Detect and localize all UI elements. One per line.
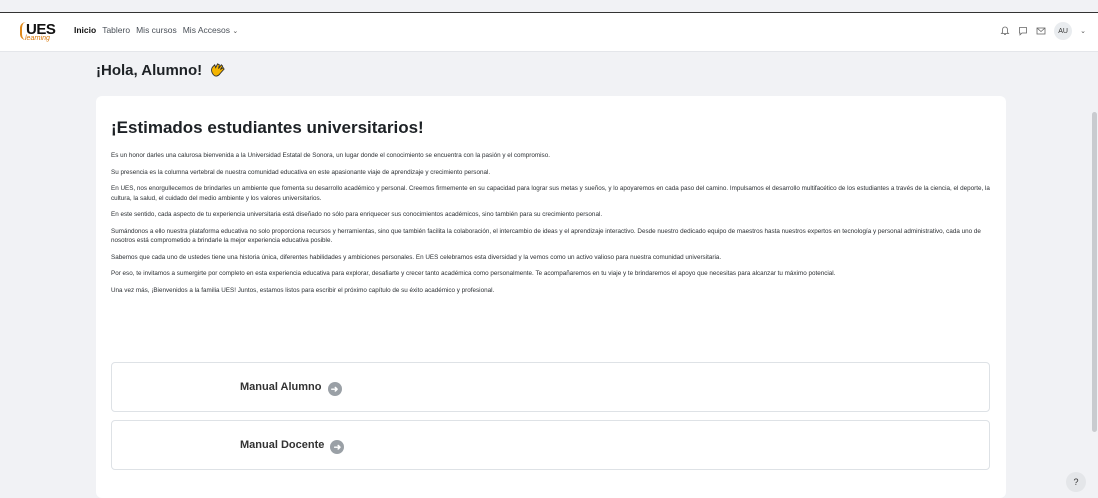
nav-mis-cursos[interactable]: Mis cursos — [136, 25, 177, 35]
paragraph: Por eso, te invitamos a sumergirte por c… — [111, 270, 836, 277]
ues-logo[interactable]: UES learning — [20, 21, 56, 45]
nav-tablero[interactable]: Tablero — [102, 25, 130, 35]
paragraph: En este sentido, cada aspecto de tu expe… — [111, 211, 603, 218]
arrow-right-icon: ➜ — [330, 440, 345, 454]
user-menu-chevron-icon[interactable]: ⌄ — [1080, 27, 1086, 35]
help-button[interactable]: ? — [1066, 472, 1086, 492]
user-tools: AU ⌄ — [1000, 22, 1086, 40]
nav-mis-accesos[interactable]: Mis Accesos ⌄ — [183, 25, 239, 35]
paragraph: En UES, nos enorgullecemos de brindarles… — [111, 185, 990, 202]
welcome-card: ¡Estimados estudiantes universitarios! E… — [96, 96, 1006, 498]
scrollbar-thumb[interactable] — [1092, 112, 1097, 432]
manual-alumno-link[interactable]: Manual Alumno ➜ — [111, 362, 990, 412]
bell-icon[interactable] — [1000, 26, 1010, 36]
nav-mis-accesos-label: Mis Accesos — [182, 25, 230, 35]
top-navbar: UES learning Inicio Tablero Mis cursos M… — [0, 12, 1098, 52]
arrow-right-icon: ➜ — [327, 382, 342, 396]
manual-alumno-text: Manual Alumno — [240, 381, 322, 393]
paragraph: Su presencia es la columna vertebral de … — [111, 168, 491, 176]
mail-icon[interactable] — [1036, 26, 1046, 36]
logo-tagline: learning — [25, 35, 50, 42]
waving-hand-icon — [211, 63, 225, 77]
manual-alumno-label: Manual Alumno ➜ — [240, 381, 342, 396]
manual-docente-label: Manual Docente ➜ — [240, 439, 345, 454]
welcome-message: Es un honor darles una calurosa bienveni… — [111, 151, 994, 295]
paragraph: Una vez más, ¡Bienvenidos a la familia U… — [111, 286, 495, 294]
greeting-heading: ¡Hola, Alumno! — [96, 62, 227, 79]
chevron-down-icon: ⌄ — [232, 28, 239, 35]
chat-icon[interactable] — [1018, 26, 1028, 36]
nav-inicio[interactable]: Inicio — [74, 25, 96, 35]
card-title: ¡Estimados estudiantes universitarios! — [111, 118, 424, 137]
user-avatar[interactable]: AU — [1054, 22, 1073, 40]
manual-docente-text: Manual Docente — [240, 439, 325, 451]
primary-nav: Inicio Tablero Mis cursos Mis Accesos ⌄ — [74, 25, 238, 35]
paragraph: Sumándonos a ello nuestra plataforma edu… — [111, 227, 981, 245]
paragraph: Es un honor darles una calurosa bienveni… — [111, 152, 550, 159]
paragraph: Sabemos que cada uno de ustedes tiene un… — [111, 253, 722, 261]
manual-docente-link[interactable]: Manual Docente ➜ — [111, 420, 990, 470]
greeting-text: ¡Hola, Alumno! — [96, 62, 203, 79]
page-scrollbar[interactable] — [1090, 52, 1098, 498]
